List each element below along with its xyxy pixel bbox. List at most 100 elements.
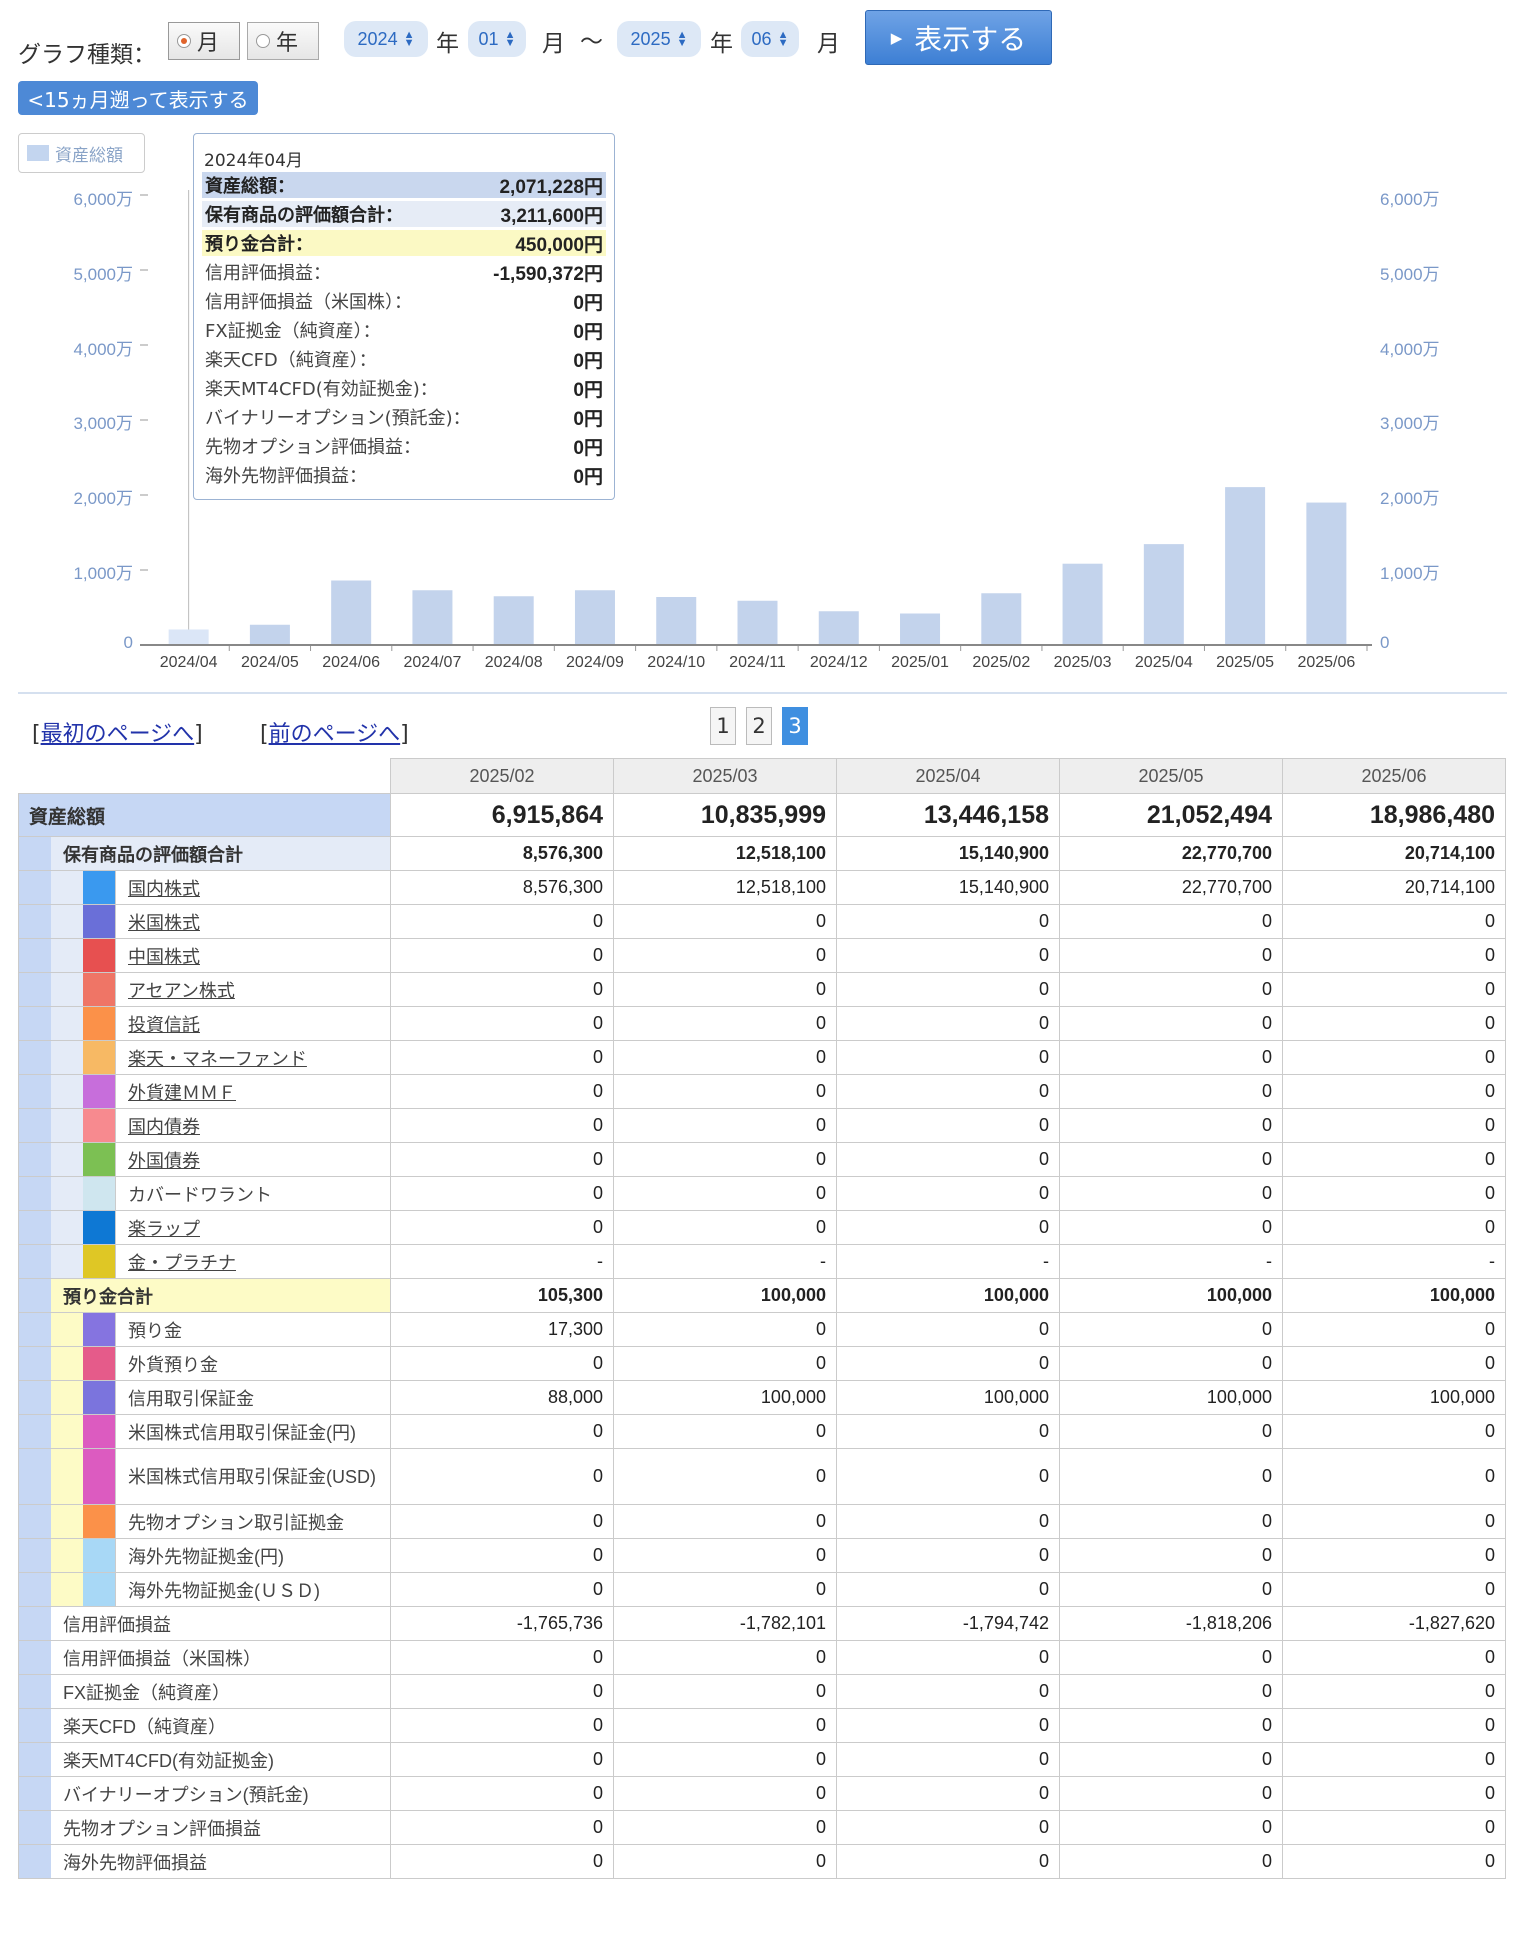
value-cell: 0 [1059, 1640, 1283, 1675]
indent-gutter [19, 1675, 51, 1708]
bar-2025/05[interactable] [1225, 487, 1266, 645]
row-label-cell: 先物オプション取引証拠金 [18, 1504, 391, 1539]
category-label: FX証拠金（純資産） [63, 1682, 231, 1703]
row-label-cell: 国内株式 [18, 870, 391, 905]
value-cell: 0 [1282, 1448, 1506, 1505]
value-cell: 0 [1282, 1176, 1506, 1211]
value-cell: 20,714,100 [1282, 836, 1506, 871]
value-cell: 0 [613, 1640, 837, 1675]
row-label-cell: カバードワラント [18, 1176, 391, 1211]
indent-gutter [51, 1539, 83, 1572]
value-cell: 17,300 [390, 1312, 614, 1347]
bar-2024/10[interactable] [656, 597, 697, 645]
bar-2024/11[interactable] [737, 600, 778, 645]
indent-gutter [51, 1573, 83, 1606]
value-cell: 0 [613, 972, 837, 1007]
value-cell: 0 [390, 1414, 614, 1449]
category-link[interactable]: 投資信託 [116, 1007, 200, 1040]
value-cell: -1,827,620 [1282, 1606, 1506, 1641]
value-cell: 0 [836, 1176, 1060, 1211]
value-cell: 0 [613, 1742, 837, 1777]
category-link[interactable]: 外貨建ＭＭＦ [116, 1075, 236, 1108]
value-cell: 0 [613, 1414, 837, 1449]
category-link[interactable]: 楽天・マネーファンド [116, 1041, 307, 1074]
category-color-swatch [83, 1245, 116, 1278]
category-link[interactable]: 中国株式 [116, 939, 200, 972]
bar-2025/02[interactable] [981, 593, 1022, 645]
value-cell: 0 [613, 1572, 837, 1607]
bar-2024/07[interactable] [412, 590, 453, 645]
tooltip-row: 信用評価損益： -1,590,372円 [202, 259, 606, 285]
value-cell: 15,140,900 [836, 870, 1060, 905]
bar-2025/01[interactable] [900, 613, 941, 646]
value-cell: 0 [836, 1810, 1060, 1845]
value-cell: 0 [613, 1448, 837, 1505]
value-cell: 100,000 [1282, 1278, 1506, 1313]
bar-2024/09[interactable] [574, 590, 615, 645]
bar-2024/06[interactable] [331, 580, 372, 646]
indent-gutter [51, 1041, 83, 1074]
value-cell: 0 [1059, 1312, 1283, 1347]
value-cell: 0 [836, 1346, 1060, 1381]
category-link[interactable]: アセアン株式 [116, 973, 235, 1006]
bar-2024/08[interactable] [493, 596, 534, 645]
category-color-swatch [83, 973, 116, 1006]
category-link[interactable]: 国内株式 [116, 871, 200, 904]
page-1-button[interactable]: 1 [710, 707, 736, 745]
value-cell: 100,000 [1059, 1278, 1283, 1313]
category-label: 預り金 [128, 1320, 182, 1341]
value-cell: 8,576,300 [390, 836, 614, 871]
value-cell: 0 [836, 1742, 1060, 1777]
bar-2024/04[interactable] [168, 629, 209, 645]
category-link[interactable]: 金・プラチナ [116, 1245, 236, 1278]
bar-2025/03[interactable] [1062, 563, 1103, 645]
value-cell: 0 [1059, 1742, 1283, 1777]
row-label-cell: 海外先物評価損益 [18, 1844, 391, 1879]
value-cell: 0 [1282, 1742, 1506, 1777]
tooltip-row: 保有商品の評価額合計： 3,211,600円 [202, 201, 606, 227]
tooltip-row: バイナリーオプション(預託金)： 0円 [202, 404, 606, 430]
page-3-button[interactable]: 3 [782, 707, 808, 745]
value-cell: 0 [1059, 1414, 1283, 1449]
value-cell: 0 [1282, 904, 1506, 939]
category-color-swatch [83, 1573, 116, 1606]
x-tick-label: 2024/06 [322, 654, 380, 671]
bar-2024/05[interactable] [249, 624, 290, 645]
indent-gutter [19, 1109, 51, 1142]
value-cell: 0 [613, 938, 837, 973]
tooltip-row: FX証拠金（純資産）： 0円 [202, 317, 606, 343]
indent-gutter [51, 871, 83, 904]
category-link[interactable]: 国内債券 [116, 1109, 200, 1142]
tooltip-row-label: FX証拠金（純資産）： [205, 321, 381, 342]
value-cell: 0 [836, 972, 1060, 1007]
bar-2024/12[interactable] [818, 611, 859, 645]
value-cell: 0 [1282, 1708, 1506, 1743]
tooltip-row: 海外先物評価損益： 0円 [202, 462, 606, 488]
row-label-cell: 米国株式信用取引保証金(USD) [18, 1448, 391, 1505]
tooltip-row: 楽天MT4CFD(有効証拠金)： 0円 [202, 375, 606, 401]
category-link[interactable]: 米国株式 [116, 905, 200, 938]
page-2-button[interactable]: 2 [746, 707, 772, 745]
prev-page-link[interactable]: 前のページへ [269, 722, 401, 747]
bar-2025/04[interactable] [1143, 544, 1184, 645]
value-cell: 0 [1059, 1074, 1283, 1109]
first-page-link[interactable]: 最初のページへ [41, 722, 195, 747]
category-link[interactable]: 外国債券 [116, 1143, 200, 1176]
value-cell: 0 [1059, 1572, 1283, 1607]
column-header: 2025/06 [1282, 758, 1506, 794]
tooltip-row: 先物オプション評価損益： 0円 [202, 433, 606, 459]
tooltip-row-value: 0円 [573, 292, 603, 314]
holding-item-row: 金・プラチナ - - - - - [18, 1244, 1506, 1279]
indent-gutter [51, 1143, 83, 1176]
other-item-row: 楽天MT4CFD(有効証拠金) 0 0 0 0 0 [18, 1742, 1506, 1777]
category-link[interactable]: 楽ラップ [116, 1211, 200, 1244]
value-cell: 0 [1059, 1674, 1283, 1709]
bar-2025/06[interactable] [1306, 502, 1347, 645]
value-cell: 0 [1282, 1674, 1506, 1709]
row-label-cell: 信用取引保証金 [18, 1380, 391, 1415]
value-cell: 0 [836, 1312, 1060, 1347]
indent-gutter [19, 1449, 51, 1504]
value-cell: 0 [1282, 1346, 1506, 1381]
value-cell: 0 [1059, 1006, 1283, 1041]
indent-gutter [19, 1245, 51, 1278]
